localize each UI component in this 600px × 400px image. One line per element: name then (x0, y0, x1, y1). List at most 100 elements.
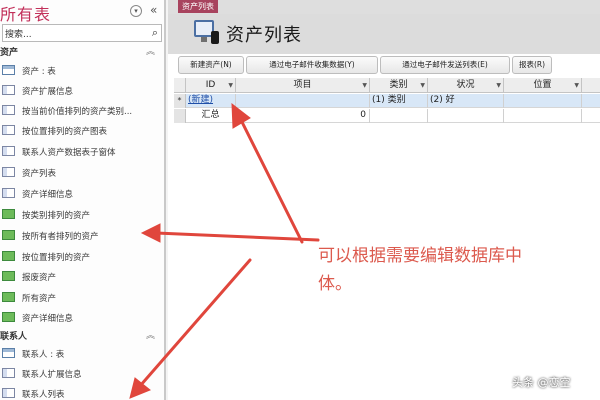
table-row-new[interactable]: * (新建) (1) 类别 (2) 好 (174, 94, 600, 108)
nav-item-report-by-location[interactable]: 按位置排列的资产 (0, 246, 164, 266)
nav-group-contacts[interactable]: 联系人 ︽ (0, 328, 164, 342)
nav-item-label: 所有资产 (22, 294, 57, 304)
column-header-condition[interactable]: 状况 ▼ (428, 78, 504, 93)
new-record-marker[interactable]: * (174, 94, 186, 108)
nav-item-asset-details-report[interactable]: 资产详细信息 (0, 307, 164, 327)
column-label: 类别 (389, 80, 408, 90)
form-icon (2, 125, 15, 135)
annotation-text-line2: 体。 (318, 274, 352, 294)
command-button-bar: 新建资产(N) 通过电子邮件收集数据(Y) 通过电子邮件发送列表(E) 报表(R… (178, 56, 600, 74)
column-label: ID (205, 80, 216, 90)
nav-item-label: 按当前价值排列的资产类别... (22, 107, 133, 117)
cell-condition[interactable] (428, 109, 504, 123)
screenshot: 所有表 ▾ « 搜索... ⌕ 资产 ︽ 资产 : 表 资产扩展信息 按当前价值… (0, 0, 600, 400)
nav-group-assets[interactable]: 资产 ︽ (0, 44, 164, 58)
nav-search-input[interactable]: 搜索... ⌕ (2, 24, 162, 42)
cell-location[interactable] (504, 94, 582, 108)
report-icon (2, 230, 15, 240)
nav-item-label: 资产扩展信息 (22, 87, 74, 97)
report-icon (2, 209, 15, 219)
form-icon (2, 388, 15, 398)
tab-asset-list[interactable]: 资产列表 (178, 0, 218, 13)
nav-search-placeholder: 搜索... (5, 30, 32, 40)
form-icon (2, 85, 15, 95)
collect-email-data-button[interactable]: 通过电子邮件收集数据(Y) (246, 56, 378, 74)
nav-item-label: 资产详细信息 (22, 314, 74, 324)
nav-item-chart-by-location[interactable]: 按位置排列的资产图表 (0, 120, 164, 140)
report-icon (2, 312, 15, 322)
annotation-note: 可以根据需要编辑数据库中 体。 (318, 242, 600, 298)
row-selector-header[interactable] (174, 78, 186, 93)
form-title: 资产列表 (226, 25, 302, 46)
nav-item-label: 按类别排列的资产 (22, 211, 91, 221)
cell-condition[interactable]: (2) 好 (428, 94, 504, 108)
nav-item-label: 联系人 : 表 (22, 350, 65, 360)
chevron-up-icon[interactable]: ︽ (146, 44, 155, 57)
dropdown-arrow-icon[interactable]: ▼ (496, 78, 501, 93)
monitor-stand-shape (201, 37, 207, 42)
nav-item-contact-asset-subform[interactable]: 联系人资产数据表子窗体 (0, 141, 164, 161)
nav-item-contact-extended[interactable]: 联系人扩展信息 (0, 363, 164, 383)
nav-item-label: 联系人列表 (22, 390, 65, 400)
nav-item-label: 联系人资产数据表子窗体 (22, 148, 116, 158)
column-header-location[interactable]: 位置 ▼ (504, 78, 582, 93)
table-row-total: 汇总 0 (174, 109, 600, 123)
column-label: 位置 (533, 80, 552, 90)
nav-item-assets-table[interactable]: 资产 : 表 (0, 60, 164, 80)
email-list-button[interactable]: 通过电子邮件发送列表(E) (380, 56, 510, 74)
nav-item-label: 资产列表 (22, 169, 57, 179)
new-record-link[interactable]: (新建) (188, 95, 213, 105)
dropdown-arrow-icon[interactable]: ▼ (574, 78, 579, 93)
chevron-up-icon[interactable]: ︽ (146, 328, 155, 341)
form-icon (2, 188, 15, 198)
dropdown-arrow-icon[interactable]: ▼ (228, 78, 233, 93)
column-header-item[interactable]: 项目 ▼ (236, 78, 370, 93)
nav-item-asset-extended[interactable]: 资产扩展信息 (0, 80, 164, 100)
dropdown-arrow-icon[interactable]: ▼ (420, 78, 425, 93)
phone-shape (211, 31, 219, 44)
cell-location[interactable] (504, 109, 582, 123)
form-icon (2, 368, 15, 378)
reports-button[interactable]: 报表(R) (512, 56, 552, 74)
cell-category[interactable]: (1) 类别 (370, 94, 428, 108)
nav-menu-icon[interactable]: ▾ (130, 5, 142, 17)
form-icon (2, 167, 15, 177)
nav-item-contacts-table[interactable]: 联系人 : 表 (0, 343, 164, 363)
report-icon (2, 251, 15, 261)
nav-item-report-by-category[interactable]: 按类别排列的资产 (0, 204, 164, 224)
cell-item[interactable] (236, 94, 370, 108)
nav-item-all-assets[interactable]: 所有资产 (0, 287, 164, 307)
dropdown-arrow-icon[interactable]: ▼ (362, 78, 367, 93)
total-value[interactable]: 0 (236, 109, 370, 123)
form-icon (2, 105, 15, 115)
nav-item-retired-assets[interactable]: 报废资产 (0, 266, 164, 286)
form-header: 资产列表 (168, 14, 600, 54)
search-icon[interactable]: ⌕ (152, 26, 158, 40)
nav-title[interactable]: 所有表 (0, 1, 51, 25)
cell-id[interactable]: (新建) (186, 94, 236, 108)
nav-item-label: 按位置排列的资产图表 (22, 127, 108, 137)
report-icon (2, 292, 15, 302)
cell-category[interactable] (370, 109, 428, 123)
nav-item-asset-list[interactable]: 资产列表 (0, 162, 164, 182)
nav-item-report-by-owner[interactable]: 按所有者排列的资产 (0, 225, 164, 245)
row-selector[interactable] (174, 109, 186, 123)
nav-item-asset-details[interactable]: 资产详细信息 (0, 183, 164, 203)
nav-group-label: 资产 (0, 48, 19, 58)
nav-item-label: 报废资产 (22, 273, 57, 283)
column-header-id[interactable]: ID ▼ (186, 78, 236, 93)
nav-item-label: 按位置排列的资产 (22, 253, 91, 263)
collapse-pane-icon[interactable]: « (150, 3, 157, 17)
column-header-category[interactable]: 类别 ▼ (370, 78, 428, 93)
watermark: 头条 @恋空 (512, 376, 571, 389)
nav-item-label: 按所有者排列的资产 (22, 232, 99, 242)
nav-item-label: 联系人扩展信息 (22, 370, 82, 380)
nav-item-category-by-value[interactable]: 按当前价值排列的资产类别... (0, 100, 164, 120)
total-label: 汇总 (186, 109, 236, 123)
datasheet: ID ▼ 项目 ▼ 类别 ▼ 状况 ▼ 位置 ▼ * (新建) (1) 类别 (2) 好 … (174, 78, 600, 400)
nav-item-contact-list[interactable]: 联系人列表 (0, 383, 164, 400)
document-area: 资产列表 资产列表 新建资产(N) 通过电子邮件收集数据(Y) 通过电子邮件发送… (168, 0, 600, 400)
nav-item-label: 资产详细信息 (22, 190, 74, 200)
table-icon (2, 65, 15, 75)
new-asset-button[interactable]: 新建资产(N) (178, 56, 244, 74)
